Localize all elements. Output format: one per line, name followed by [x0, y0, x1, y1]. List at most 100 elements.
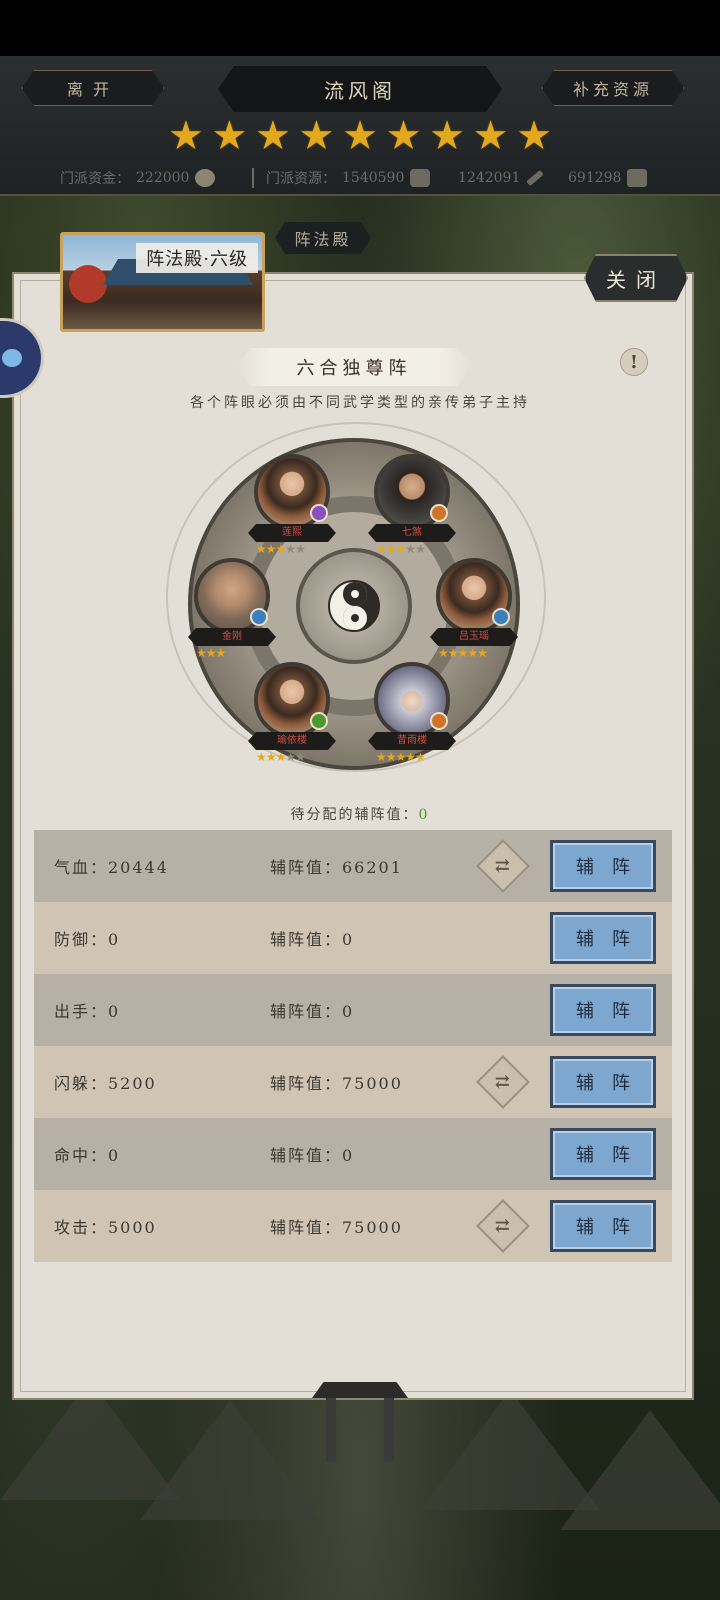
supply-resources-button[interactable]: 补充资源 [542, 70, 684, 106]
star-empty-icon: ★ [225, 646, 236, 660]
disciple-stars: ★★★★★ [376, 542, 448, 556]
assist-formation-button[interactable]: 辅阵 [550, 1200, 656, 1252]
swap-icon[interactable]: ⇄ [476, 839, 530, 893]
stat-row: 出手：0 辅阵值：0 辅阵 [34, 974, 672, 1046]
material-count: 1242091 [458, 169, 545, 187]
page-title: 流风阁 [218, 66, 502, 112]
star-empty-icon: ★ [285, 750, 296, 764]
stat-row: 攻击：5000 辅阵值：75000 ⇄ 辅阵 [34, 1190, 672, 1262]
star-filled-icon: ★ [447, 646, 459, 660]
star-icon: ★ [516, 113, 552, 159]
star-filled-icon: ★ [256, 542, 267, 556]
material-count-value: 1242091 [458, 170, 521, 186]
stat-aux-value: 辅阵值：0 [270, 930, 355, 949]
star-filled-icon: ★ [395, 542, 407, 556]
assist-formation-button[interactable]: 辅阵 [550, 1056, 656, 1108]
info-icon[interactable]: ! [620, 348, 648, 376]
star-filled-icon: ★ [215, 646, 227, 660]
stat-name: 命中：0 [54, 1146, 121, 1165]
star-icon: ★ [211, 113, 248, 159]
disciple-stars: ★★★★★ [438, 646, 510, 660]
tree-decoration [69, 265, 107, 303]
stat-aux-value: 辅阵值：0 [270, 1002, 355, 1021]
star-icon: ★ [385, 113, 422, 159]
stat-row: 命中：0 辅阵值：0 辅阵 [34, 1118, 672, 1190]
disciple-stars: ★★★★★ [196, 646, 268, 660]
assist-formation-button[interactable]: 辅阵 [550, 912, 656, 964]
gate-roof [312, 1382, 408, 1398]
sect-funds: 门派资金： 222000 [60, 168, 216, 188]
star-empty-icon: ★ [285, 542, 296, 556]
star-filled-icon: ★ [457, 646, 469, 660]
gate-post [384, 1398, 394, 1462]
assist-formation-button[interactable]: 辅阵 [550, 840, 656, 892]
formation-slot[interactable]: 昔雨楼 ★★★★★ [366, 662, 458, 774]
close-button[interactable]: 关闭 [584, 254, 688, 302]
martial-type-icon [310, 504, 328, 522]
star-empty-icon: ★ [235, 646, 246, 660]
star-filled-icon: ★ [467, 646, 478, 660]
formation-slot[interactable]: 莲熙 ★★★★★ [246, 454, 338, 566]
sect-funds-label: 门派资金： [60, 171, 130, 187]
swap-icon[interactable]: ⇄ [476, 1199, 530, 1253]
disciple-name: 瑜依楼 [248, 732, 336, 750]
formation-slot[interactable]: 吕玉瑶 ★★★★★ [428, 558, 520, 670]
disciple-name: 七煞 [368, 524, 456, 542]
martial-type-icon [492, 608, 510, 626]
stat-table: 气血：20444 辅阵值：66201 ⇄ 辅阵 防御：0 辅阵值：0 辅阵 出手：0 辅阵值：0… [34, 830, 672, 1262]
disciple-name: 金刚 [188, 628, 276, 646]
disciple-name: 莲熙 [248, 524, 336, 542]
martial-type-icon [430, 712, 448, 730]
formation-slot[interactable]: 瑜依楼 ★★★★★ [246, 662, 338, 774]
formation-title: 六合独尊阵 [236, 348, 472, 386]
star-empty-icon: ★ [295, 542, 306, 556]
star-filled-icon: ★ [477, 646, 488, 660]
formation-slot[interactable]: 金刚 ★★★★★ [186, 558, 278, 670]
yinyang-icon [328, 580, 380, 632]
assist-formation-button[interactable]: 辅阵 [550, 984, 656, 1036]
sect-resources-label: 门派资源： [266, 171, 336, 187]
assist-formation-button[interactable]: 辅阵 [550, 1128, 656, 1180]
swap-icon[interactable]: ⇄ [476, 1055, 530, 1109]
star-filled-icon: ★ [275, 750, 287, 764]
brush-icon [526, 169, 545, 187]
star-filled-icon: ★ [376, 750, 387, 764]
martial-type-icon [430, 504, 448, 522]
stat-aux-value: 辅阵值：75000 [270, 1074, 403, 1093]
star-icon: ★ [298, 113, 335, 159]
star-filled-icon: ★ [395, 750, 407, 764]
star-filled-icon: ★ [415, 750, 426, 764]
stat-name: 闪躲：5200 [54, 1074, 157, 1093]
disciple-name: 吕玉瑶 [430, 628, 518, 646]
disciple-stars: ★★★★★ [256, 542, 328, 556]
coin-icon [195, 169, 216, 187]
pending-label: 待分配的辅阵值： [290, 807, 419, 823]
stat-aux-value: 辅阵值：75000 [270, 1218, 403, 1237]
star-filled-icon: ★ [405, 750, 416, 764]
stat-row: 闪躲：5200 辅阵值：75000 ⇄ 辅阵 [34, 1046, 672, 1118]
formation-subtitle: 各个阵眼必须由不同武学类型的亲传弟子主持 [190, 395, 530, 411]
stat-name: 出手：0 [54, 1002, 121, 1021]
star-empty-icon: ★ [295, 750, 306, 764]
resource-bar: 门派资金： 222000 门派资源： 1540590 1242091 69129… [0, 164, 720, 192]
tab-formation-hall[interactable]: 阵法殿 [275, 222, 371, 254]
star-filled-icon: ★ [196, 646, 207, 660]
star-filled-icon: ★ [376, 542, 387, 556]
star-icon: ★ [472, 113, 509, 159]
top-header: 离开 流风阁 补充资源 ★ ★ ★ ★ ★ ★ ★ ★ ★ 门派资金： 222000 门派资源：… [0, 56, 720, 196]
formation-slot[interactable]: 七煞 ★★★★★ [366, 454, 458, 566]
star-filled-icon: ★ [265, 750, 277, 764]
building-level-label: 阵法殿·六级 [136, 243, 258, 273]
status-bar [0, 0, 720, 56]
pending-value: 0 [418, 807, 430, 823]
star-icon: ★ [255, 113, 291, 159]
leave-button[interactable]: 离开 [22, 70, 164, 106]
chest-count: 691298 [568, 169, 648, 187]
chest-icon [627, 169, 648, 187]
sect-funds-value: 222000 [136, 170, 190, 186]
star-filled-icon: ★ [385, 542, 397, 556]
star-filled-icon: ★ [275, 542, 287, 556]
sect-star-rating: ★ ★ ★ ★ ★ ★ ★ ★ ★ [168, 116, 552, 156]
star-filled-icon: ★ [205, 646, 217, 660]
star-filled-icon: ★ [385, 750, 397, 764]
